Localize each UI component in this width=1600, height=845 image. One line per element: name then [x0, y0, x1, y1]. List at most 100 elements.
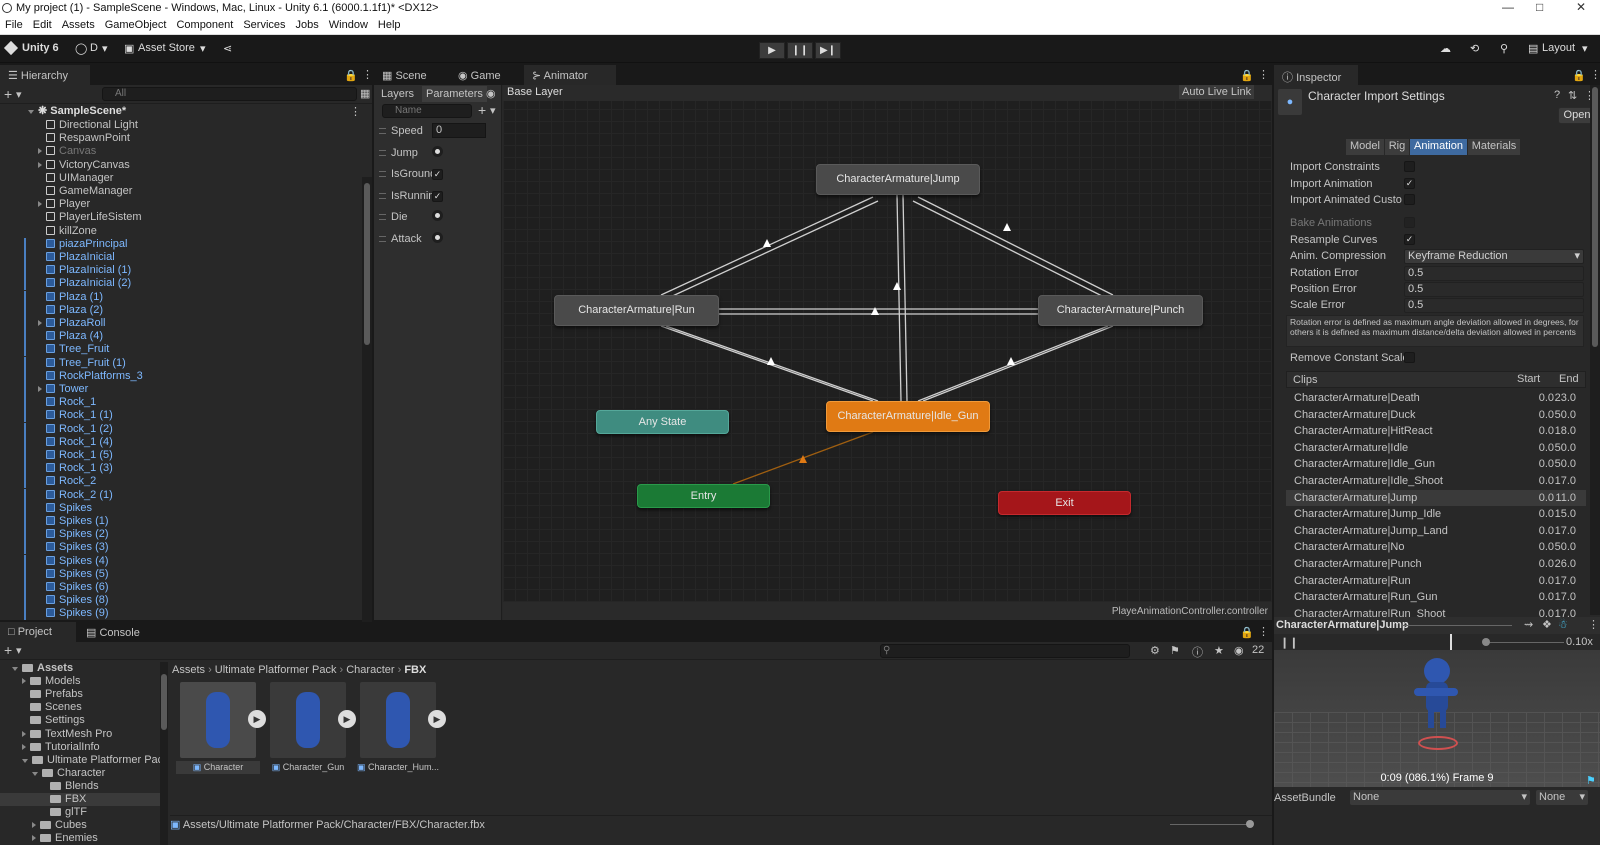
hierarchy-item[interactable]: Rock_2 (1) — [24, 488, 113, 502]
layers-tab[interactable]: Layers — [381, 88, 414, 100]
expand-asset-play-icon[interactable]: ▶ — [428, 710, 446, 728]
clip-row[interactable]: CharacterArmature|Jump 0.0 11.0 — [1286, 489, 1586, 506]
scrollbar-thumb[interactable] — [161, 674, 167, 730]
chevron-right-icon[interactable] — [32, 835, 36, 842]
hierarchy-item[interactable]: Spikes (5) — [24, 567, 109, 581]
state-exit[interactable]: Exit — [998, 491, 1131, 515]
hierarchy-item[interactable]: Rock_1 (2) — [24, 422, 113, 436]
search-by-label-icon[interactable]: ⚑ — [1170, 644, 1180, 657]
drag-handle-icon[interactable] — [379, 171, 386, 177]
drag-handle-icon[interactable] — [379, 149, 386, 156]
chevron-down-icon[interactable] — [12, 667, 18, 671]
breadcrumb-assets[interactable]: Assets — [172, 664, 205, 676]
cloud-icon[interactable]: ☁ — [1440, 42, 1451, 55]
tab-project[interactable]: □ Project — [0, 622, 76, 642]
tab-animation[interactable]: Animation — [1410, 139, 1467, 155]
asset-label[interactable]: ▣ Character_Hum... — [356, 761, 440, 774]
add-parameter-icon[interactable]: + — [478, 102, 486, 118]
hierarchy-item[interactable]: Spikes (6) — [24, 581, 109, 594]
unity-version-button[interactable]: Unity 6 — [22, 42, 59, 54]
parameter-row[interactable]: IsRunning ✓ — [374, 186, 498, 207]
drag-handle-icon[interactable] — [379, 214, 386, 220]
tab-inspector[interactable]: ⓘ Inspector — [1274, 65, 1358, 85]
clip-row[interactable]: CharacterArmature|Jump_Land 0.0 17.0 — [1286, 523, 1586, 539]
menu-component[interactable]: Component — [171, 17, 238, 31]
maximize-icon[interactable]: □ — [1536, 0, 1543, 14]
tag-icon[interactable]: ⚑ — [1586, 774, 1596, 787]
asset-store-button[interactable]: Asset Store — [138, 42, 195, 54]
scene-root[interactable]: ❋ SampleScene* — [28, 105, 126, 118]
kebab-menu-icon[interactable]: ⋮ — [1588, 618, 1599, 631]
chevron-down-icon[interactable] — [22, 758, 28, 763]
pause-icon[interactable]: ❙❙ — [1280, 636, 1298, 649]
position-error-input[interactable]: 0.5 — [1404, 282, 1584, 297]
speed-slider-thumb[interactable] — [1482, 638, 1490, 646]
add-icon[interactable]: + — [4, 642, 12, 658]
asset-label[interactable]: ▣ Character_Gun — [266, 761, 350, 774]
rotation-error-input[interactable]: 0.5 — [1404, 266, 1584, 281]
search-icon[interactable]: ⚲ — [1500, 42, 1508, 55]
hierarchy-item[interactable]: Spikes (3) — [24, 541, 109, 555]
tab-scene[interactable]: ▦ Scene — [374, 65, 435, 85]
inspector-scrollbar[interactable] — [1590, 85, 1600, 615]
hierarchy-item[interactable]: PlayerLifeSistem — [38, 211, 142, 224]
step-button[interactable]: ▶❙ — [815, 42, 841, 59]
parameter-row[interactable]: Speed 0 — [374, 121, 498, 142]
search-options-icon[interactable]: ▦ — [360, 87, 370, 100]
hierarchy-item[interactable]: Spikes (8) — [24, 594, 109, 608]
state-idle-gun[interactable]: CharacterArmature|Idle_Gun — [826, 401, 990, 432]
eye-icon[interactable]: ◉ — [486, 87, 496, 100]
asset-thumbnail[interactable] — [360, 682, 436, 758]
history-icon[interactable]: ⟲ — [1470, 42, 1479, 55]
avatar-icon[interactable]: ⇝ — [1524, 618, 1533, 631]
transition-line[interactable] — [665, 200, 879, 300]
project-search-input[interactable]: ⚲ — [880, 644, 1130, 658]
hierarchy-scrollbar[interactable] — [362, 177, 372, 682]
search-by-type-icon[interactable]: ⚙ — [1150, 644, 1160, 657]
chevron-down-icon[interactable] — [28, 110, 34, 114]
transition-line[interactable] — [902, 194, 908, 402]
minimize-icon[interactable]: — — [1502, 0, 1514, 14]
project-folder[interactable]: Ultimate Platformer Pack — [0, 754, 160, 767]
kebab-menu-icon[interactable]: ⋮ — [362, 68, 373, 81]
menu-file[interactable]: File — [0, 17, 28, 31]
clip-row[interactable]: CharacterArmature|No 0.0 50.0 — [1286, 539, 1586, 555]
breadcrumb-fbx[interactable]: FBX — [404, 664, 426, 676]
scrollbar-thumb[interactable] — [1592, 87, 1598, 347]
hierarchy-item[interactable]: Tower — [24, 383, 88, 396]
hierarchy-item[interactable]: piazaPrincipal — [24, 237, 127, 251]
clip-row[interactable]: CharacterArmature|Run_Gun 0.0 17.0 — [1286, 589, 1586, 605]
parameter-trigger-radio[interactable] — [432, 145, 443, 157]
expand-asset-play-icon[interactable]: ▶ — [248, 710, 266, 728]
transition-line[interactable] — [660, 325, 874, 402]
hierarchy-item[interactable]: Rock_1 (4) — [24, 435, 113, 449]
project-folder[interactable]: glTF — [0, 806, 160, 819]
clip-row[interactable]: CharacterArmature|Idle_Gun 0.0 50.0 — [1286, 456, 1586, 472]
state-any-state[interactable]: Any State — [596, 410, 729, 434]
chevron-right-icon[interactable] — [38, 148, 42, 155]
drag-handle-icon[interactable] — [379, 192, 386, 199]
hidden-packages-icon[interactable]: ◉ — [1234, 644, 1244, 657]
menu-edit[interactable]: Edit — [28, 17, 57, 31]
kebab-menu-icon[interactable]: ⋮ — [1258, 68, 1269, 81]
hierarchy-item[interactable]: Spikes (4) — [24, 554, 109, 568]
project-folder[interactable]: Character — [0, 767, 160, 780]
version-control-icon[interactable]: ⋖ — [223, 42, 232, 55]
play-button[interactable]: ▶ — [759, 42, 785, 59]
chevron-right-icon[interactable] — [38, 161, 42, 168]
project-folder[interactable]: Scenes — [0, 701, 160, 714]
hierarchy-item[interactable]: Plaza (4) — [24, 330, 103, 344]
tab-console[interactable]: ▤ Console — [78, 622, 148, 642]
transition-line[interactable] — [896, 194, 902, 402]
pivot-icon[interactable]: ❖ — [1542, 618, 1552, 631]
menu-window[interactable]: Window — [324, 17, 373, 31]
hierarchy-item[interactable]: UIManager — [38, 172, 113, 185]
kebab-menu-icon[interactable]: ⋮ — [1590, 68, 1600, 81]
drag-handle-icon[interactable] — [379, 128, 386, 134]
lock-icon[interactable]: 🔒 — [1240, 626, 1254, 639]
hierarchy-item[interactable]: Spikes — [24, 501, 92, 515]
info-icon[interactable]: ⓘ — [1192, 644, 1203, 660]
parameters-tab[interactable]: Parameters — [422, 86, 487, 102]
menu-assets[interactable]: Assets — [57, 17, 100, 31]
hierarchy-item[interactable]: Rock_1 (1) — [24, 409, 113, 423]
